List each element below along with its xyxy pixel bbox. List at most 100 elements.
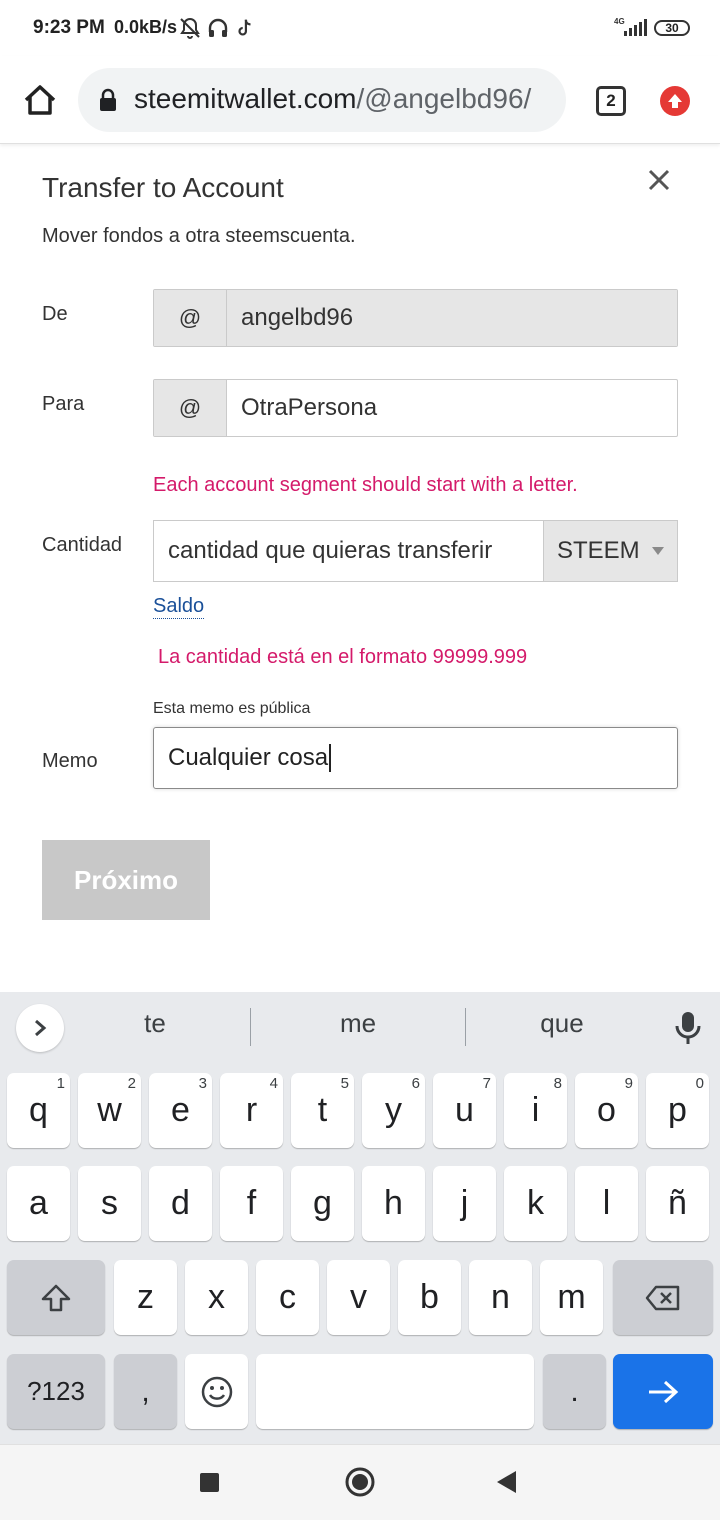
suggestion-2[interactable]: me [298,1008,418,1039]
arrow-up-icon [668,94,682,108]
comma-key[interactable]: , [114,1354,177,1429]
recents-icon[interactable] [200,1473,219,1492]
soft-keyboard: te me que q1 w2 e3 r4 t5 y6 u7 i8 o9 p0 … [0,992,720,1444]
key-v[interactable]: v [327,1260,390,1335]
key-hint: 8 [553,1075,562,1092]
currency-value: STEEM [557,537,640,564]
tab-switcher-button[interactable]: 2 [596,86,626,116]
key-w[interactable]: w2 [78,1073,141,1148]
memo-label: Memo [42,750,98,772]
url-path: /@angelbd96/ [356,83,532,114]
key-label: o [597,1091,616,1129]
key-hint: 4 [269,1075,278,1092]
address-bar[interactable]: steemitwallet.com/@angelbd96/ [78,68,566,132]
key-a[interactable]: a [7,1166,70,1241]
close-icon[interactable] [645,166,673,194]
shift-key[interactable] [7,1260,105,1335]
update-button[interactable] [660,86,690,116]
key-c[interactable]: c [256,1260,319,1335]
key-label: t [317,1091,328,1129]
key-label: y [385,1091,402,1129]
key-hint: 7 [482,1075,491,1092]
enter-key[interactable] [613,1354,713,1429]
key-hint: 3 [198,1075,207,1092]
key-s[interactable]: s [78,1166,141,1241]
memo-input[interactable]: Cualquier cosa [153,727,678,789]
key-label: u [455,1091,474,1129]
back-icon[interactable] [494,1469,518,1495]
status-bar: 9:23 PM 0.0kB/s 4G 30 [0,0,720,56]
key-y[interactable]: y6 [362,1073,425,1148]
muted-bell-icon [180,17,200,39]
key-f[interactable]: f [220,1166,283,1241]
to-at-prefix: @ [154,380,227,436]
key-hint: 6 [411,1075,420,1092]
home-nav-icon[interactable] [344,1466,376,1498]
currency-select[interactable]: STEEM [543,520,678,582]
key-d[interactable]: d [149,1166,212,1241]
suggestions-expand-button[interactable] [16,1004,64,1052]
suggestion-divider [465,1008,466,1046]
key-o[interactable]: o9 [575,1073,638,1148]
battery-icon: 30 [654,20,690,36]
key-hint: 5 [340,1075,349,1092]
key-i[interactable]: i8 [504,1073,567,1148]
from-at-prefix: @ [154,290,227,346]
browser-toolbar: steemitwallet.com/@angelbd96/ 2 [0,56,720,144]
period-key[interactable]: . [543,1354,606,1429]
key-label: w [97,1091,122,1129]
key-label: r [245,1091,258,1129]
caret-down-icon [652,547,664,555]
emoji-key[interactable] [185,1354,248,1429]
home-icon[interactable] [20,80,60,120]
key-j[interactable]: j [433,1166,496,1241]
key-p[interactable]: p0 [646,1073,709,1148]
space-key[interactable] [256,1354,534,1429]
next-button[interactable]: Próximo [42,840,210,920]
symbols-key[interactable]: ?123 [7,1354,105,1429]
balance-link[interactable]: Saldo [153,595,205,619]
dialog-subtitle: Mover fondos a otra steemscuenta. [42,225,356,247]
to-account-input[interactable]: OtraPersona [227,380,677,436]
key-r[interactable]: r4 [220,1073,283,1148]
key-e[interactable]: e3 [149,1073,212,1148]
suggestion-divider [250,1008,251,1046]
suggestion-1[interactable]: te [95,1008,215,1039]
key-label: q [29,1091,48,1129]
key-hint: 0 [695,1075,704,1092]
to-label: Para [42,393,85,415]
key-q[interactable]: q1 [7,1073,70,1148]
key-u[interactable]: u7 [433,1073,496,1148]
url-host: steemitwallet.com [134,83,357,114]
key-h[interactable]: h [362,1166,425,1241]
backspace-key[interactable] [613,1260,713,1335]
backspace-icon [645,1285,680,1311]
key-label: i [531,1091,540,1129]
key-b[interactable]: b [398,1260,461,1335]
microphone-icon[interactable] [674,1010,702,1046]
amount-input[interactable]: cantidad que quieras transferir [153,520,544,582]
key-hint: 9 [624,1075,633,1092]
emoji-icon [201,1376,233,1408]
status-time: 9:23 PM [33,17,105,38]
headphones-icon [208,18,228,37]
key-g[interactable]: g [291,1166,354,1241]
key-n[interactable]: n [469,1260,532,1335]
url-text: steemitwallet.com/@angelbd96/ [134,83,531,115]
signal-icon [624,19,647,36]
suggestion-3[interactable]: que [502,1008,622,1039]
key-t[interactable]: t5 [291,1073,354,1148]
key-x[interactable]: x [185,1260,248,1335]
text-cursor [329,744,332,772]
amount-label: Cantidad [42,534,123,556]
from-field-group: @ angelbd96 [153,289,678,347]
key-k[interactable]: k [504,1166,567,1241]
amount-error: La cantidad está en el formato 99999.999 [158,646,528,668]
key-m[interactable]: m [540,1260,603,1335]
key-n-tilde[interactable]: ñ [646,1166,709,1241]
chevron-right-icon [35,1019,47,1037]
key-l[interactable]: l [575,1166,638,1241]
from-label: De [42,303,68,325]
key-z[interactable]: z [114,1260,177,1335]
system-nav-bar [0,1444,720,1520]
